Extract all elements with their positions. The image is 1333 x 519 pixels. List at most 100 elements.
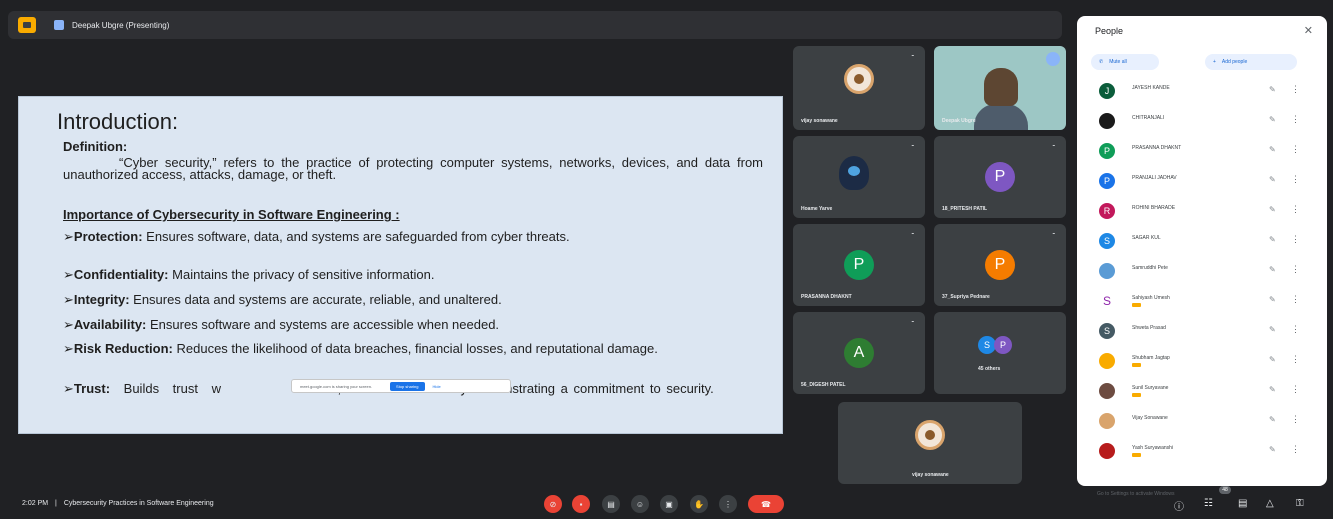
hide-button[interactable]: Hide (433, 384, 441, 389)
people-button[interactable]: ☷ (1204, 498, 1213, 509)
avatar (1099, 413, 1115, 429)
avatar (1099, 263, 1115, 279)
mic-off-icon[interactable]: ✎ (1269, 235, 1276, 244)
presenter-label: Deepak Ubgre (Presenting) (72, 20, 170, 30)
more-vert-icon[interactable]: ⋮ (1291, 354, 1300, 365)
add-people-label: Add people (1221, 59, 1248, 65)
bullet-text: Ensures software, data, and systems are … (146, 229, 570, 244)
more-vert-icon[interactable]: ⋮ (1291, 414, 1300, 425)
participant-name: ROHINI BHARADE (1132, 205, 1176, 211)
participant-name: PRASANNA DHAKNT (1132, 145, 1182, 151)
avatar: R (1099, 203, 1115, 219)
institute-emblem-icon (844, 64, 874, 94)
importance-heading: Importance of Cybersecurity in Software … (63, 207, 400, 222)
participant-row[interactable]: J JAYESH KANDE ✎ ⋮ (1077, 78, 1327, 108)
tile-name: 18_PRITESH PATIL (942, 206, 988, 212)
mic-off-icon[interactable]: ✎ (1269, 295, 1276, 304)
add-person-icon: + (1213, 59, 1216, 65)
participant-row[interactable]: S Sahiyash Umesh ✎ ⋮ (1077, 288, 1327, 318)
more-vert-icon[interactable]: ⋮ (1291, 264, 1300, 275)
presentation-slide: Introduction: Definition: “Cyber securit… (18, 96, 783, 434)
raise-hand-button[interactable]: ✋ (690, 495, 708, 513)
more-vert-icon[interactable]: ⋮ (1291, 444, 1300, 455)
info-button[interactable]: ⓘ (1174, 498, 1184, 513)
mic-off-icon: ⁃ (911, 53, 915, 60)
mic-off-icon[interactable]: ✎ (1269, 385, 1276, 394)
tile-vijay-self[interactable]: vijay sonawane (838, 402, 1022, 484)
mic-off-icon[interactable]: ✎ (1269, 415, 1276, 424)
add-people-button[interactable]: + Add people (1205, 54, 1297, 70)
raised-hand-icon (1132, 363, 1141, 367)
participant-row[interactable]: P PRANJALI JADHAV ✎ ⋮ (1077, 168, 1327, 198)
close-icon[interactable]: ✕ (1304, 24, 1313, 37)
emoji-button[interactable]: ☺ (631, 495, 649, 513)
tile-digesh[interactable]: A ⁃ 56_DIGESH PATEL (793, 312, 925, 394)
tile-deepak[interactable]: Deepak Ubgre (934, 46, 1066, 130)
mic-off-icon[interactable]: ✎ (1269, 445, 1276, 454)
more-vert-icon[interactable]: ⋮ (1291, 234, 1300, 245)
tile-supriya[interactable]: P ⁃ 37_Supriya Pednare (934, 224, 1066, 306)
participant-row[interactable]: Shubham Jagtap ✎ ⋮ (1077, 348, 1327, 378)
more-vert-icon[interactable]: ⋮ (1291, 84, 1300, 95)
participant-row[interactable]: Sunil Suryavane ✎ ⋮ (1077, 378, 1327, 408)
mic-off-icon[interactable]: ✎ (1269, 85, 1276, 94)
more-vert-icon[interactable]: ⋮ (1291, 174, 1300, 185)
camera-toggle-button[interactable]: ▪ (572, 495, 590, 513)
raised-hand-icon (1132, 453, 1141, 457)
more-vert-icon[interactable]: ⋮ (1291, 294, 1300, 305)
participant-row[interactable]: R ROHINI BHARADE ✎ ⋮ (1077, 198, 1327, 228)
mic-off-icon: ⁃ (1052, 231, 1056, 238)
tile-name: vijay sonawane (912, 472, 949, 478)
participant-row[interactable]: CHITRANJALI ✎ ⋮ (1077, 108, 1327, 138)
avatar: P (985, 250, 1015, 280)
tile-hoame[interactable]: ⁃ Hoame Yarve (793, 136, 925, 218)
bullet-text: Builds trust w (123, 381, 221, 396)
mic-toggle-button[interactable]: ⊘ (544, 495, 562, 513)
tile-pritesh[interactable]: P ⁃ 18_PRITESH PATIL (934, 136, 1066, 218)
activities-button[interactable]: △ (1266, 498, 1274, 509)
clock-time: 2:02 PM (22, 500, 49, 507)
participant-row[interactable]: Vijay Sonawane ✎ ⋮ (1077, 408, 1327, 438)
mic-off-icon[interactable]: ✎ (1269, 175, 1276, 184)
more-vert-icon[interactable]: ⋮ (1291, 384, 1300, 395)
more-vert-icon[interactable]: ⋮ (1291, 204, 1300, 215)
avatar: A (844, 338, 874, 368)
participant-name: Sunil Suryavane (1132, 385, 1169, 391)
tile-others[interactable]: S P 45 others (934, 312, 1066, 394)
phone-hangup-icon: ☎ (761, 499, 771, 509)
presenting-icon (54, 20, 64, 30)
participant-row[interactable]: Yash Suryawanshi ✎ ⋮ (1077, 438, 1327, 468)
participant-row[interactable]: Samruddhi Pete ✎ ⋮ (1077, 258, 1327, 288)
avatar: S (1099, 233, 1115, 249)
present-screen-icon: ▣ (665, 499, 673, 509)
chat-button[interactable]: ▤ (1238, 498, 1247, 509)
tile-prasanna[interactable]: P ⁃ PRASANNA DHAKNT (793, 224, 925, 306)
present-button[interactable]: ▣ (660, 495, 678, 513)
mic-off-icon[interactable]: ✎ (1269, 325, 1276, 334)
more-options-button[interactable]: ⋮ (719, 495, 737, 513)
avatar (1099, 443, 1115, 459)
tile-name: vijay sonawane (801, 118, 838, 124)
mic-off-icon: ⁃ (1052, 143, 1056, 150)
participant-row[interactable]: P PRASANNA DHAKNT ✎ ⋮ (1077, 138, 1327, 168)
leave-call-button[interactable]: ☎ (748, 495, 784, 513)
raised-hand-icon (1132, 393, 1141, 397)
mic-off-icon: ⊘ (549, 499, 557, 509)
participant-row[interactable]: S Shweta Prasad ✎ ⋮ (1077, 318, 1327, 348)
captions-button[interactable]: ▤ (602, 495, 620, 513)
mic-off-icon[interactable]: ✎ (1269, 265, 1276, 274)
stop-sharing-button[interactable]: Stop sharing (390, 381, 425, 391)
bullet-text: Reduces the likelihood of data breaches,… (176, 341, 658, 356)
more-vert-icon[interactable]: ⋮ (1291, 324, 1300, 335)
mic-off-icon[interactable]: ✎ (1269, 205, 1276, 214)
mic-off-icon[interactable]: ✎ (1269, 145, 1276, 154)
more-vert-icon[interactable]: ⋮ (1291, 144, 1300, 155)
mic-off-icon[interactable]: ✎ (1269, 355, 1276, 364)
mic-off-icon[interactable]: ✎ (1269, 115, 1276, 124)
mute-all-button[interactable]: ✆ Mute all (1091, 54, 1159, 70)
participant-row[interactable]: S SAGAR KUL ✎ ⋮ (1077, 228, 1327, 258)
tile-vijay-1[interactable]: ⁃ vijay sonawane (793, 46, 925, 130)
more-vert-icon[interactable]: ⋮ (1291, 114, 1300, 125)
presenter-bar: Deepak Ubgre (Presenting) (8, 11, 1062, 39)
host-controls-button[interactable]: ⚿ (1296, 498, 1304, 509)
